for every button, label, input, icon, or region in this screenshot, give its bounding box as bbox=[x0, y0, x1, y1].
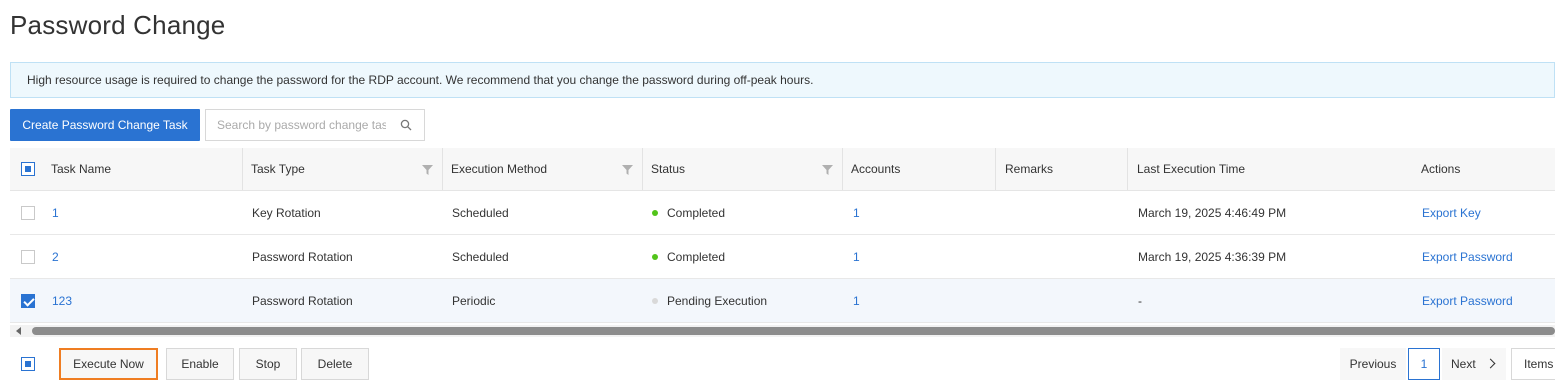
select-all-checkbox[interactable] bbox=[21, 162, 35, 176]
next-label: Next bbox=[1451, 357, 1476, 371]
col-last-execution-time: Last Execution Time bbox=[1137, 162, 1246, 176]
row-checkbox[interactable] bbox=[21, 293, 35, 308]
table-row: 1 Key Rotation Scheduled Completed 1 Mar… bbox=[10, 191, 1555, 235]
col-accounts: Accounts bbox=[851, 162, 901, 176]
last-execution-time: March 19, 2025 4:36:39 PM bbox=[1138, 249, 1287, 264]
export-password-link[interactable]: Export Password bbox=[1412, 279, 1513, 322]
search-icon[interactable] bbox=[400, 119, 412, 131]
row-checkbox[interactable] bbox=[21, 205, 35, 220]
table-row: 123 Password Rotation Periodic Pending E… bbox=[10, 279, 1555, 323]
export-key-link[interactable]: Export Key bbox=[1412, 191, 1481, 234]
execution-method: Periodic bbox=[452, 293, 496, 308]
previous-page-button[interactable]: Previous bbox=[1340, 348, 1406, 380]
execute-now-button[interactable]: Execute Now bbox=[59, 348, 158, 380]
status-dot-icon bbox=[652, 253, 658, 260]
accounts-link[interactable]: 1 bbox=[843, 235, 860, 278]
next-page-button[interactable]: Next bbox=[1442, 348, 1506, 380]
horizontal-scrollbar[interactable] bbox=[10, 325, 1555, 337]
task-type: Key Rotation bbox=[252, 205, 321, 220]
status-dot-icon bbox=[652, 297, 658, 304]
col-task-type: Task Type bbox=[251, 162, 305, 176]
col-remarks: Remarks bbox=[1005, 162, 1054, 176]
execution-method: Scheduled bbox=[452, 249, 509, 264]
status: Pending Execution bbox=[642, 279, 767, 322]
filter-icon[interactable] bbox=[822, 165, 833, 175]
export-password-link[interactable]: Export Password bbox=[1412, 235, 1513, 278]
accounts-link[interactable]: 1 bbox=[843, 191, 860, 234]
task-type: Password Rotation bbox=[252, 249, 353, 264]
scroll-left-icon[interactable] bbox=[16, 327, 21, 335]
task-name-link[interactable]: 2 bbox=[42, 235, 59, 278]
col-status: Status bbox=[651, 162, 686, 176]
stop-button[interactable]: Stop bbox=[239, 348, 297, 380]
enable-button[interactable]: Enable bbox=[166, 348, 234, 380]
create-task-button[interactable]: Create Password Change Task bbox=[10, 109, 200, 141]
status-dot-icon bbox=[652, 209, 658, 216]
scroll-thumb[interactable] bbox=[32, 327, 1555, 335]
search-box[interactable] bbox=[205, 109, 425, 141]
status: Completed bbox=[642, 191, 725, 234]
accounts-link[interactable]: 1 bbox=[843, 279, 860, 322]
col-task-name: Task Name bbox=[51, 162, 112, 176]
page-title: Password Change bbox=[10, 10, 226, 40]
task-type: Password Rotation bbox=[252, 293, 353, 308]
status: Completed bbox=[642, 235, 725, 278]
search-input[interactable] bbox=[206, 110, 386, 140]
current-page-button[interactable]: 1 bbox=[1408, 348, 1440, 380]
status-text: Pending Execution bbox=[667, 293, 768, 308]
status-text: Completed bbox=[667, 205, 726, 220]
last-execution-time: March 19, 2025 4:46:49 PM bbox=[1138, 205, 1287, 220]
row-checkbox[interactable] bbox=[21, 249, 35, 264]
filter-icon[interactable] bbox=[422, 165, 433, 175]
table-row: 2 Password Rotation Scheduled Completed … bbox=[10, 235, 1555, 279]
status-text: Completed bbox=[667, 249, 726, 264]
task-name-link[interactable]: 123 bbox=[42, 279, 72, 322]
remarks bbox=[995, 191, 1005, 234]
chevron-right-icon bbox=[1485, 358, 1496, 369]
col-actions: Actions bbox=[1421, 162, 1461, 176]
last-execution-time: - bbox=[1138, 293, 1142, 308]
table-header: Task Name Task Type Execution Method Sta… bbox=[10, 148, 1555, 191]
task-name-link[interactable]: 1 bbox=[42, 191, 59, 234]
filter-icon[interactable] bbox=[622, 165, 633, 175]
execution-method: Scheduled bbox=[452, 205, 509, 220]
col-execution-method: Execution Method bbox=[451, 162, 548, 176]
page-size-select[interactable]: Items bbox=[1511, 348, 1555, 380]
remarks bbox=[995, 279, 1005, 322]
footer-select-all-checkbox[interactable] bbox=[21, 357, 35, 371]
task-table: Task Name Task Type Execution Method Sta… bbox=[10, 148, 1555, 323]
remarks bbox=[995, 235, 1005, 278]
delete-button[interactable]: Delete bbox=[301, 348, 369, 380]
info-notice: High resource usage is required to chang… bbox=[10, 62, 1555, 98]
